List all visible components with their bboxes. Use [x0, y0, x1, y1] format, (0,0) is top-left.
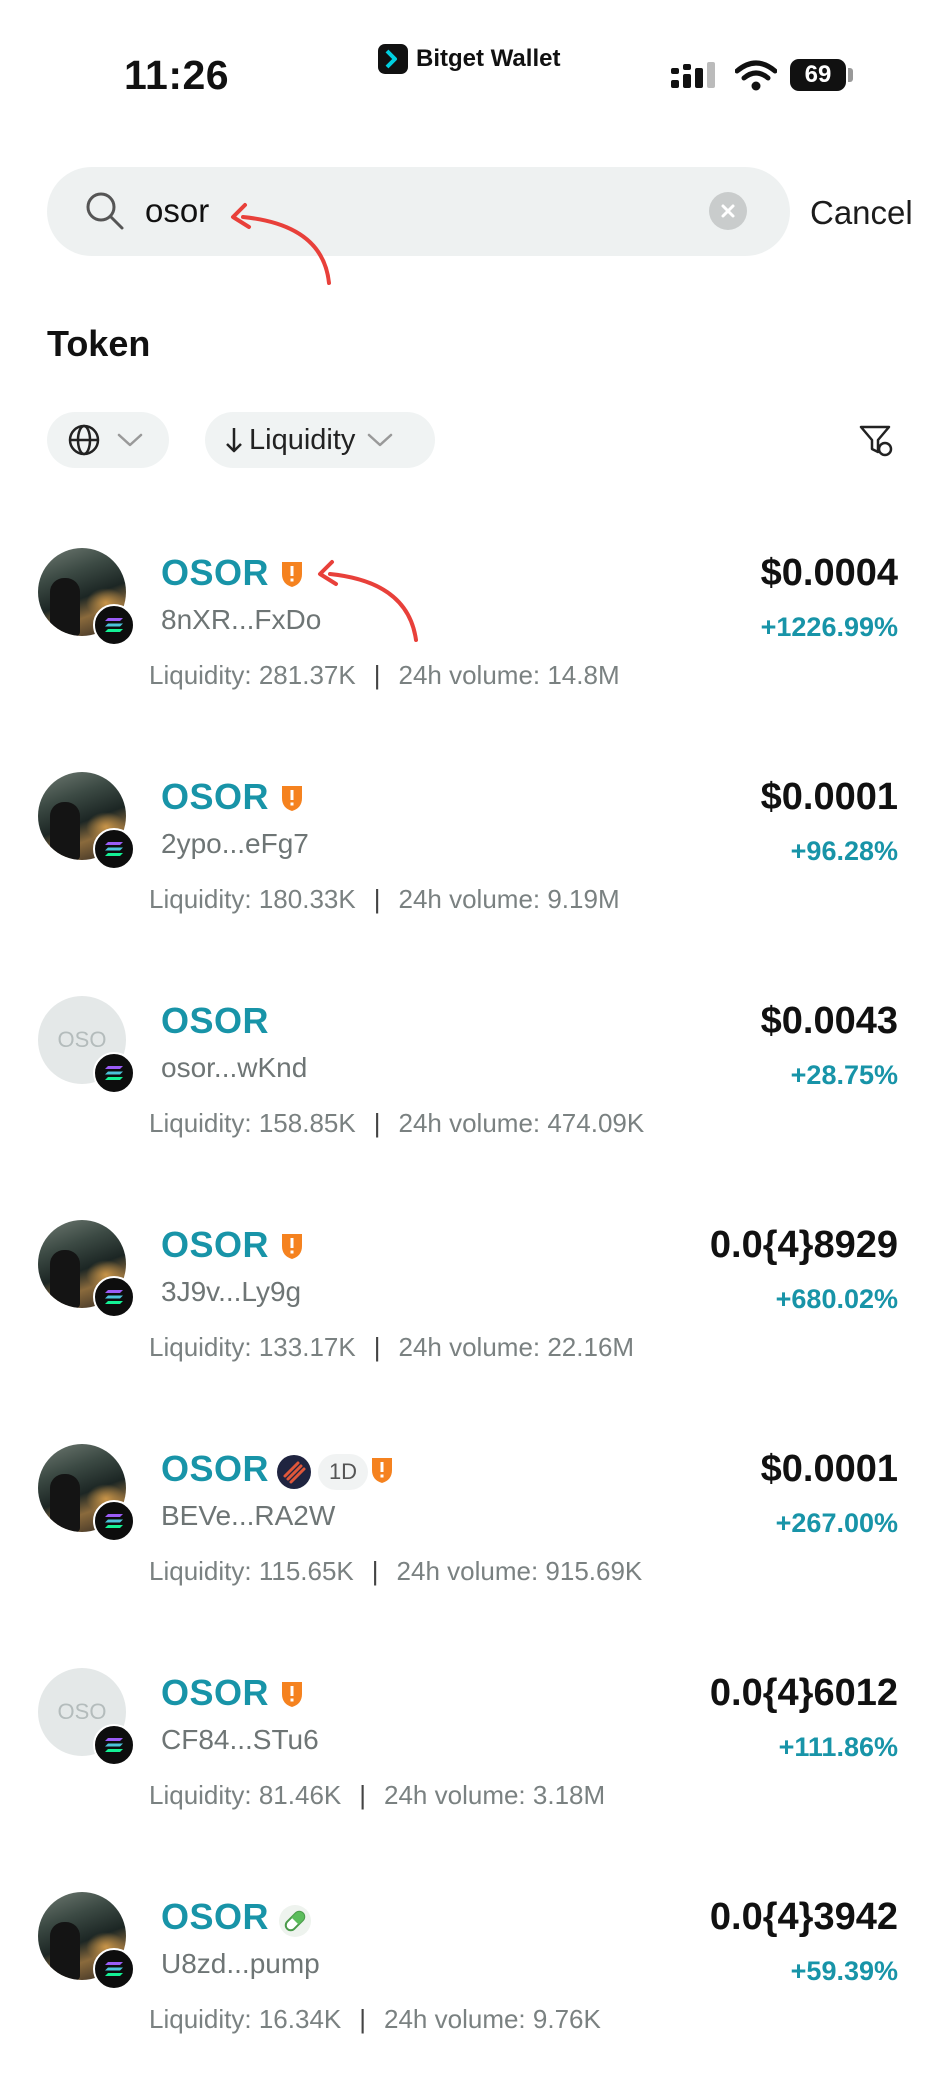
token-symbol: OSOR	[161, 1448, 270, 1489]
token-row[interactable]: OSOR 1D BEVe...RA2W Liquidity: 115.65K | 2…	[0, 1444, 941, 1644]
token-meta: Liquidity: 115.65K | 24h volume: 915.69K	[149, 1556, 643, 1586]
cancel-button[interactable]: Cancel	[810, 194, 913, 232]
search-input[interactable]	[145, 185, 705, 237]
chevron-down-icon	[367, 432, 393, 448]
token-meta: Liquidity: 158.85K | 24h volume: 474.09K	[149, 1108, 645, 1138]
token-price: 0.0{4}3942	[709, 1896, 898, 1938]
token-liquidity: Liquidity: 133.17K	[149, 1332, 356, 1362]
token-price: $0.0001	[760, 1448, 898, 1490]
token-change: +111.86%	[778, 1732, 898, 1762]
token-liquidity: Liquidity: 281.37K	[149, 660, 356, 690]
token-meta: Liquidity: 81.46K | 24h volume: 3.18M	[149, 1780, 606, 1810]
battery-cap	[848, 68, 853, 82]
token-row[interactable]: OSOR U8zd...pump Liquidity: 16.34K | 24h v…	[0, 1892, 941, 2092]
token-volume: 24h volume: 22.16M	[398, 1332, 635, 1362]
token-address: 3J9v...Ly9g	[161, 1276, 302, 1307]
token-row[interactable]: OSO OSOR CF84...STu6 Liquidity: 81.46K | 2…	[0, 1668, 941, 1868]
token-change: +59.39%	[790, 1956, 898, 1986]
section-title: Token	[47, 323, 151, 364]
token-address: 8nXR...FxDo	[161, 604, 322, 635]
token-address: osor...wKnd	[161, 1052, 308, 1083]
search-box[interactable]	[47, 167, 790, 256]
token-address: 2ypo...eFg7	[161, 828, 309, 859]
token-liquidity: Liquidity: 158.85K	[149, 1108, 356, 1138]
token-volume: 24h volume: 3.18M	[384, 1780, 606, 1810]
globe-icon	[67, 423, 101, 457]
chevron-down-icon	[117, 432, 143, 448]
token-symbol: OSOR	[161, 1672, 270, 1713]
wifi-icon	[734, 60, 778, 97]
solana-chain-icon	[93, 1948, 135, 1990]
token-volume: 24h volume: 9.76K	[384, 2004, 601, 2034]
token-price: $0.0004	[760, 552, 898, 594]
token-row[interactable]: OSO OSOR osor...wKnd Liquidity: 158.85K |…	[0, 996, 941, 1196]
token-symbol: OSOR	[161, 552, 270, 593]
arrow-down-icon	[225, 426, 243, 454]
token-address: BEVe...RA2W	[161, 1500, 336, 1531]
network-filter[interactable]	[47, 412, 169, 468]
token-liquidity: Liquidity: 180.33K	[149, 884, 356, 914]
risk-warning-icon[interactable]	[280, 1680, 304, 1713]
token-symbol: OSOR	[161, 776, 270, 817]
clear-icon[interactable]	[709, 192, 747, 230]
token-volume: 24h volume: 14.8M	[398, 660, 620, 690]
token-meta: Liquidity: 281.37K | 24h volume: 14.8M	[149, 660, 620, 690]
solana-chain-icon	[93, 1276, 135, 1318]
token-symbol: OSOR	[161, 1000, 270, 1041]
token-liquidity: Liquidity: 81.46K	[149, 1780, 342, 1810]
battery-icon: 69	[790, 59, 846, 91]
token-price: 0.0{4}8929	[709, 1224, 898, 1266]
filter-settings-icon[interactable]	[858, 422, 894, 463]
token-price: $0.0001	[760, 776, 898, 818]
sort-label: Liquidity	[249, 423, 356, 456]
solana-chain-icon	[93, 1724, 135, 1766]
status-bar: 11:26 Bitget Wallet 69	[0, 0, 941, 110]
launchpad-icon[interactable]	[276, 1454, 312, 1495]
solana-chain-icon	[93, 1500, 135, 1542]
token-address: CF84...STu6	[161, 1724, 319, 1755]
token-meta: Liquidity: 16.34K | 24h volume: 9.76K	[149, 2004, 601, 2034]
token-volume: 24h volume: 915.69K	[396, 1556, 643, 1586]
token-symbol: OSOR	[161, 1896, 270, 1937]
risk-warning-icon[interactable]	[280, 784, 304, 817]
risk-warning-icon[interactable]	[370, 1456, 394, 1489]
token-liquidity: Liquidity: 16.34K	[149, 2004, 342, 2034]
token-row[interactable]: OSOR 3J9v...Ly9g Liquidity: 133.17K | 24h …	[0, 1220, 941, 1420]
token-volume: 24h volume: 9.19M	[398, 884, 620, 914]
risk-warning-icon[interactable]	[280, 1232, 304, 1265]
solana-chain-icon	[93, 828, 135, 870]
token-change: +28.75%	[790, 1060, 898, 1090]
token-change: +96.28%	[790, 836, 898, 866]
token-meta: Liquidity: 180.33K | 24h volume: 9.19M	[149, 884, 620, 914]
solana-chain-icon	[93, 604, 135, 646]
token-change: +1226.99%	[760, 612, 898, 642]
token-address: U8zd...pump	[161, 1948, 320, 1979]
token-row[interactable]: OSOR 8nXR...FxDo Liquidity: 281.37K | 24h …	[0, 548, 941, 748]
token-age-tag: 1D	[318, 1454, 368, 1490]
pill-icon[interactable]	[278, 1904, 312, 1943]
token-price: 0.0{4}6012	[709, 1672, 898, 1714]
status-time: 11:26	[124, 52, 230, 98]
token-row[interactable]: OSOR 2ypo...eFg7 Liquidity: 180.33K | 24h …	[0, 772, 941, 972]
token-symbol: OSOR	[161, 1224, 270, 1265]
token-meta: Liquidity: 133.17K | 24h volume: 22.16M	[149, 1332, 635, 1362]
token-change: +680.02%	[775, 1284, 898, 1314]
solana-chain-icon	[93, 1052, 135, 1094]
bitget-logo-icon	[378, 44, 408, 74]
token-liquidity: Liquidity: 115.65K	[149, 1556, 354, 1586]
risk-warning-icon[interactable]	[280, 560, 304, 593]
sort-filter[interactable]: Liquidity	[205, 412, 435, 468]
search-icon	[83, 189, 127, 238]
app-brand-name: Bitget Wallet	[416, 45, 561, 72]
token-volume: 24h volume: 474.09K	[398, 1108, 645, 1138]
token-price: $0.0043	[760, 1000, 898, 1042]
app-brand: Bitget Wallet	[378, 44, 560, 74]
token-change: +267.00%	[775, 1508, 898, 1538]
signal-icon	[671, 62, 717, 95]
